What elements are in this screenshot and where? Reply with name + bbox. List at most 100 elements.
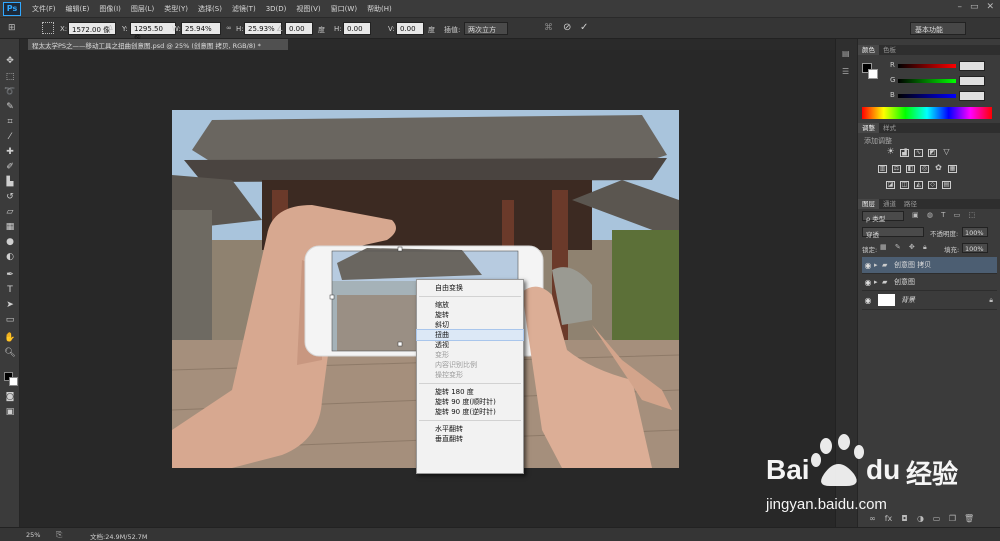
tab-swatches[interactable]: 色板 xyxy=(879,45,900,55)
context-menu-item[interactable]: 缩放 xyxy=(417,300,523,310)
transform-tool-icon[interactable]: ⊞ xyxy=(8,23,16,33)
exposure-icon[interactable]: ◩ xyxy=(928,149,937,157)
context-menu-item[interactable]: 垂直翻转 xyxy=(417,434,523,444)
new-layer-icon[interactable]: ❐ xyxy=(948,514,957,523)
menu-layer[interactable]: 图层(L) xyxy=(126,4,159,14)
minimize-icon[interactable]: – xyxy=(957,2,962,12)
menu-filter[interactable]: 滤镜(T) xyxy=(227,4,261,14)
context-menu-item[interactable]: 旋转 90 度(顺时针) xyxy=(417,397,523,407)
menu-3d[interactable]: 3D(D) xyxy=(261,5,292,13)
stamp-tool-icon[interactable]: ▙ xyxy=(4,176,16,188)
vskew-field[interactable]: 0.00 xyxy=(396,22,424,35)
menu-edit[interactable]: 编辑(E) xyxy=(61,4,95,14)
link-icon[interactable]: ∞ xyxy=(226,24,232,32)
pen-tool-icon[interactable]: ✒ xyxy=(4,269,16,281)
blend-mode-select[interactable]: 穿透 xyxy=(862,227,924,239)
context-menu-item[interactable]: 水平翻转 xyxy=(417,424,523,434)
tab-paths[interactable]: 路径 xyxy=(900,199,921,209)
g-slider[interactable] xyxy=(898,79,956,83)
opacity-field[interactable]: 100% xyxy=(962,227,988,237)
cancel-transform-icon[interactable]: ⊘ xyxy=(563,22,571,33)
dodge-tool-icon[interactable]: ◐ xyxy=(4,251,16,263)
screen-mode-icon[interactable]: ▣ xyxy=(4,406,16,418)
tab-styles[interactable]: 样式 xyxy=(879,123,900,133)
new-group-icon[interactable]: ▭ xyxy=(932,514,941,523)
context-menu-item[interactable]: 旋转 180 度 xyxy=(417,387,523,397)
menu-file[interactable]: 文件(F) xyxy=(27,4,61,14)
gradient-map-icon[interactable]: ▤ xyxy=(942,181,951,189)
layer-row-group[interactable]: ◉ ▸ ▰ 创意图 xyxy=(862,274,997,291)
black-white-icon[interactable]: ◧ xyxy=(906,165,915,173)
context-menu-item[interactable]: 旋转 90 度(逆时针) xyxy=(417,407,523,417)
hand-tool-icon[interactable]: ✋ xyxy=(4,332,16,344)
channel-mixer-icon[interactable]: ✿ xyxy=(934,164,943,173)
vibrance-icon[interactable]: ▽ xyxy=(942,148,951,157)
expand-arrow-icon[interactable]: ▸ xyxy=(874,278,882,286)
quick-mask-icon[interactable]: ◙ xyxy=(4,391,16,403)
visibility-eye-icon[interactable]: ◉ xyxy=(862,296,874,305)
path-select-tool-icon[interactable]: ➤ xyxy=(4,299,16,311)
color-lookup-icon[interactable]: ▦ xyxy=(948,165,957,173)
delete-layer-icon[interactable]: 🗑︎ xyxy=(964,514,974,523)
bg-color-chip[interactable] xyxy=(868,69,878,79)
menu-image[interactable]: 图像(I) xyxy=(94,4,126,14)
link-layers-icon[interactable]: ∞ xyxy=(868,514,877,523)
lock-icons[interactable]: ▦ ✎ ✥ 🔒︎ xyxy=(880,243,930,252)
w-field[interactable]: 25.94% xyxy=(181,22,221,35)
layer-filter-icons[interactable]: ▣ ◍ T ▭ ⬚ xyxy=(912,211,978,219)
b-value-box[interactable] xyxy=(959,91,985,101)
close-icon[interactable]: ✕ xyxy=(986,2,994,12)
g-value-box[interactable] xyxy=(959,76,985,86)
menu-select[interactable]: 选择(S) xyxy=(193,4,227,14)
fill-field[interactable]: 100% xyxy=(962,243,988,253)
r-value-box[interactable] xyxy=(959,61,985,71)
maximize-icon[interactable]: ▭ xyxy=(970,2,979,12)
status-share-icon[interactable]: ⎘ xyxy=(56,530,62,540)
type-tool-icon[interactable]: T xyxy=(4,284,16,296)
brush-tool-icon[interactable]: ✐ xyxy=(4,161,16,173)
eraser-tool-icon[interactable]: ▱ xyxy=(4,206,16,218)
relative-position-icon[interactable]: Δ xyxy=(108,24,113,32)
curves-icon[interactable]: ∿ xyxy=(914,149,923,157)
blur-tool-icon[interactable]: ● xyxy=(4,236,16,248)
layer-row-copy[interactable]: ◉ ▸ ▰ 创意图 拷贝 xyxy=(862,257,997,274)
context-menu-item[interactable]: 透视 xyxy=(417,340,523,350)
selective-color-icon[interactable]: ◇ xyxy=(928,181,937,189)
fx-icon[interactable]: fx xyxy=(884,514,893,523)
lasso-tool-icon[interactable]: ➰ xyxy=(4,86,16,98)
menu-window[interactable]: 窗口(W) xyxy=(326,4,362,14)
layer-row-background[interactable]: ◉ 背景 🔒︎ xyxy=(862,291,997,310)
b-slider[interactable] xyxy=(898,94,956,98)
context-menu-item[interactable]: 斜切 xyxy=(417,320,523,330)
history-brush-tool-icon[interactable]: ↺ xyxy=(4,191,16,203)
properties-panel-icon[interactable]: ☰ xyxy=(842,67,849,76)
reference-point-icon[interactable] xyxy=(42,22,54,34)
tab-color[interactable]: 颜色 xyxy=(858,45,879,55)
angle-field[interactable]: 0.00 xyxy=(285,22,313,35)
context-menu-item[interactable]: 旋转 xyxy=(417,310,523,320)
add-mask-icon[interactable]: ◘ xyxy=(900,514,909,523)
shape-tool-icon[interactable]: ▭ xyxy=(4,314,16,326)
context-menu-item[interactable]: 自由变换 xyxy=(417,283,523,293)
hue-sat-icon[interactable]: ▥ xyxy=(878,165,887,173)
zoom-level[interactable]: 25% xyxy=(26,531,40,539)
workspace-select[interactable]: 基本功能 xyxy=(910,22,966,35)
posterize-icon[interactable]: ◫ xyxy=(900,181,909,189)
visibility-eye-icon[interactable]: ◉ xyxy=(862,261,874,270)
expand-arrow-icon[interactable]: ▸ xyxy=(874,261,882,269)
adjustment-layer-icon[interactable]: ◑ xyxy=(916,514,925,523)
layer-filter-select[interactable]: ρ 类型 xyxy=(862,211,904,223)
levels-icon[interactable]: ▟ xyxy=(900,149,909,157)
brightness-icon[interactable]: ☀ xyxy=(886,148,895,157)
warp-mode-icon[interactable]: ⌘ xyxy=(544,23,553,33)
visibility-eye-icon[interactable]: ◉ xyxy=(862,278,874,287)
tab-channels[interactable]: 通道 xyxy=(879,199,900,209)
color-balance-icon[interactable]: ⚖ xyxy=(892,165,901,173)
tab-adjustments[interactable]: 调整 xyxy=(858,123,879,133)
r-slider[interactable] xyxy=(898,64,956,68)
document-tab[interactable]: 程太太学PS之——移动工具之扭曲创意图.psd @ 25% (创意图 拷贝, R… xyxy=(28,39,288,50)
color-spectrum-ramp[interactable] xyxy=(862,107,992,119)
healing-tool-icon[interactable]: ✚ xyxy=(4,146,16,158)
invert-icon[interactable]: ◪ xyxy=(886,181,895,189)
gradient-tool-icon[interactable]: ▦ xyxy=(4,221,16,233)
